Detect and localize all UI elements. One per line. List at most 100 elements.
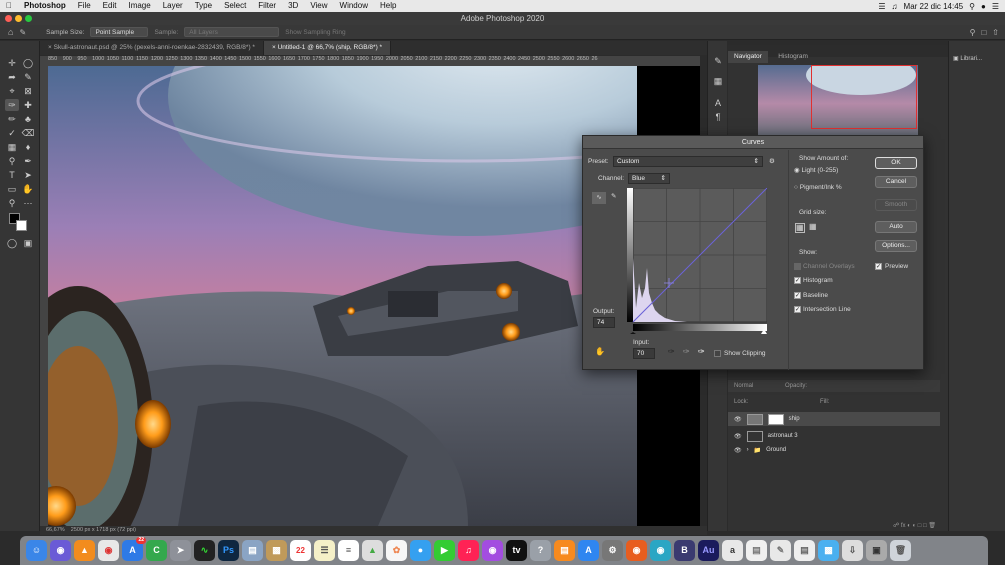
- visibility-eye-icon[interactable]: 👁: [734, 416, 742, 423]
- pen-tool-icon[interactable]: ✒: [21, 155, 35, 167]
- hand-tool-icon[interactable]: ✋: [21, 183, 35, 195]
- volume-icon[interactable]: ♫: [892, 2, 898, 11]
- white-eyedropper-icon[interactable]: ✑: [698, 347, 705, 356]
- show-clipping-checkbox[interactable]: [714, 350, 721, 357]
- menu-file[interactable]: File: [72, 0, 97, 12]
- black-eyedropper-icon[interactable]: ✑: [668, 347, 675, 356]
- share-icon[interactable]: ⇧: [992, 28, 999, 37]
- target-adjust-hand-icon[interactable]: ✋: [595, 347, 605, 356]
- auto-button[interactable]: Auto: [875, 221, 917, 233]
- visibility-eye-icon[interactable]: 👁: [734, 433, 742, 440]
- sample-dropdown[interactable]: All Layers: [184, 27, 280, 37]
- layer-row-ship[interactable]: 👁 ship: [728, 412, 940, 426]
- facetime-icon[interactable]: ▶: [434, 540, 455, 561]
- grid-detailed-icon[interactable]: ▦: [809, 223, 817, 231]
- podcasts-icon[interactable]: ◉: [482, 540, 503, 561]
- zoom-level[interactable]: 66,67%: [46, 527, 65, 533]
- notes-icon[interactable]: ☰: [314, 540, 335, 561]
- sample-size-dropdown[interactable]: Point Sample: [90, 27, 149, 37]
- close-window-button[interactable]: [5, 15, 12, 22]
- messages-icon[interactable]: ●: [410, 540, 431, 561]
- histogram-checkbox[interactable]: ✓: [794, 277, 801, 284]
- zoom-tool-icon[interactable]: ⚲: [5, 197, 19, 209]
- reminders-icon[interactable]: ≡: [338, 540, 359, 561]
- control-center-icon[interactable]: ☰: [992, 2, 999, 11]
- photos-icon[interactable]: ✿: [386, 540, 407, 561]
- crop-tool-icon[interactable]: ⌖: [5, 85, 19, 97]
- app-store-2-icon[interactable]: A: [578, 540, 599, 561]
- file-icon[interactable]: ▤: [794, 540, 815, 561]
- brush-tool-icon[interactable]: ✏: [5, 113, 19, 125]
- audition-icon[interactable]: Au: [698, 540, 719, 561]
- cancel-button[interactable]: Cancel: [875, 176, 917, 188]
- layer-row-ground[interactable]: 👁 › 📁 Ground: [728, 443, 940, 457]
- home-icon[interactable]: ⌂: [8, 27, 13, 37]
- marquee-tool-icon[interactable]: ◯: [21, 57, 35, 69]
- pages-icon[interactable]: ✎: [770, 540, 791, 561]
- menu-select[interactable]: Select: [218, 0, 252, 12]
- folder-dock-icon[interactable]: ▩: [818, 540, 839, 561]
- channel-dropdown[interactable]: Blue ⇕: [628, 173, 670, 184]
- menu-help[interactable]: Help: [374, 0, 402, 12]
- navigator-view-box[interactable]: [811, 65, 917, 129]
- menu-layer[interactable]: Layer: [157, 0, 189, 12]
- show-sampling-ring-checkbox[interactable]: Show Sampling Ring: [285, 29, 345, 36]
- quick-mask-icon[interactable]: ◯: [5, 237, 19, 249]
- blur-tool-icon[interactable]: ♦: [21, 141, 35, 153]
- navigator-preview[interactable]: [758, 65, 918, 135]
- frame-tool-icon[interactable]: ⊠: [21, 85, 35, 97]
- doc-tab-untitled[interactable]: × Untitled-1 @ 66,7% (ship, RGB/8*) *: [263, 41, 392, 55]
- quick-select-tool-icon[interactable]: ✎: [21, 71, 35, 83]
- gray-eyedropper-icon[interactable]: ✑: [683, 347, 690, 356]
- activity-monitor-icon[interactable]: ∿: [194, 540, 215, 561]
- screenshot-icon[interactable]: ▣: [866, 540, 887, 561]
- books-icon[interactable]: ▤: [554, 540, 575, 561]
- preview-checkbox[interactable]: ✓: [875, 263, 882, 270]
- output-field[interactable]: 74: [593, 317, 615, 328]
- move-tool-icon[interactable]: ✛: [5, 57, 19, 69]
- chrome-icon[interactable]: ◉: [98, 540, 119, 561]
- wifi-icon[interactable]: ☰: [878, 2, 885, 11]
- curve-edit-points-icon[interactable]: ∿: [592, 192, 606, 204]
- menu-image[interactable]: Image: [122, 0, 156, 12]
- user-icon[interactable]: ●: [981, 2, 986, 11]
- blend-mode-dropdown[interactable]: Normal: [734, 383, 753, 389]
- apple-tv-icon[interactable]: tv: [506, 540, 527, 561]
- photoshop-icon[interactable]: Ps: [218, 540, 239, 561]
- options-button[interactable]: Options...: [875, 240, 917, 252]
- eyedropper-tool-icon[interactable]: ✑: [5, 99, 19, 111]
- cleanup-icon[interactable]: B: [674, 540, 695, 561]
- pigment-radio[interactable]: ○ Pigment/Ink %: [794, 184, 842, 191]
- input-field[interactable]: 70: [633, 348, 655, 359]
- stamp-tool-icon[interactable]: ♣: [21, 113, 35, 125]
- curves-graph[interactable]: [627, 188, 767, 334]
- preset-options-gear-icon[interactable]: ⚙: [769, 157, 775, 165]
- background-color-swatch[interactable]: [16, 220, 27, 231]
- tab-navigator[interactable]: Navigator: [728, 51, 768, 63]
- tab-histogram[interactable]: Histogram: [772, 51, 814, 63]
- preview-app-icon[interactable]: ▤: [242, 540, 263, 561]
- eraser-tool-icon[interactable]: ⌫: [21, 127, 35, 139]
- app-menu[interactable]: Photoshop: [18, 0, 72, 12]
- apple-menu-icon[interactable]: : [0, 0, 18, 12]
- layer-row-astronaut[interactable]: 👁 astronaut 3: [728, 429, 940, 443]
- zoom-window-button[interactable]: [25, 15, 32, 22]
- eyedropper-preset-icon[interactable]: ✎: [19, 28, 26, 37]
- visibility-eye-icon[interactable]: 👁: [734, 447, 742, 454]
- calendar-icon[interactable]: 22: [290, 540, 311, 561]
- brush-settings-icon[interactable]: ✎: [711, 55, 725, 67]
- finder-icon[interactable]: ☺: [26, 540, 47, 561]
- channel-overlays-checkbox[interactable]: [794, 263, 801, 270]
- downloads-icon[interactable]: ⇩: [842, 540, 863, 561]
- document-icon[interactable]: ▤: [746, 540, 767, 561]
- menu-type[interactable]: Type: [189, 0, 218, 12]
- layers-footer-icons[interactable]: ☍ fx ◐ ◐ □ □ 🗑: [731, 522, 936, 530]
- numbers-icon[interactable]: C: [146, 540, 167, 561]
- clone-source-icon[interactable]: ▦: [711, 75, 725, 87]
- group-chevron-icon[interactable]: ›: [747, 447, 749, 453]
- black-point-slider[interactable]: [630, 332, 636, 334]
- menu-3d[interactable]: 3D: [282, 0, 304, 12]
- gradient-tool-icon[interactable]: ▦: [5, 141, 19, 153]
- ok-button[interactable]: OK: [875, 157, 917, 169]
- vlc-icon[interactable]: ▲: [74, 540, 95, 561]
